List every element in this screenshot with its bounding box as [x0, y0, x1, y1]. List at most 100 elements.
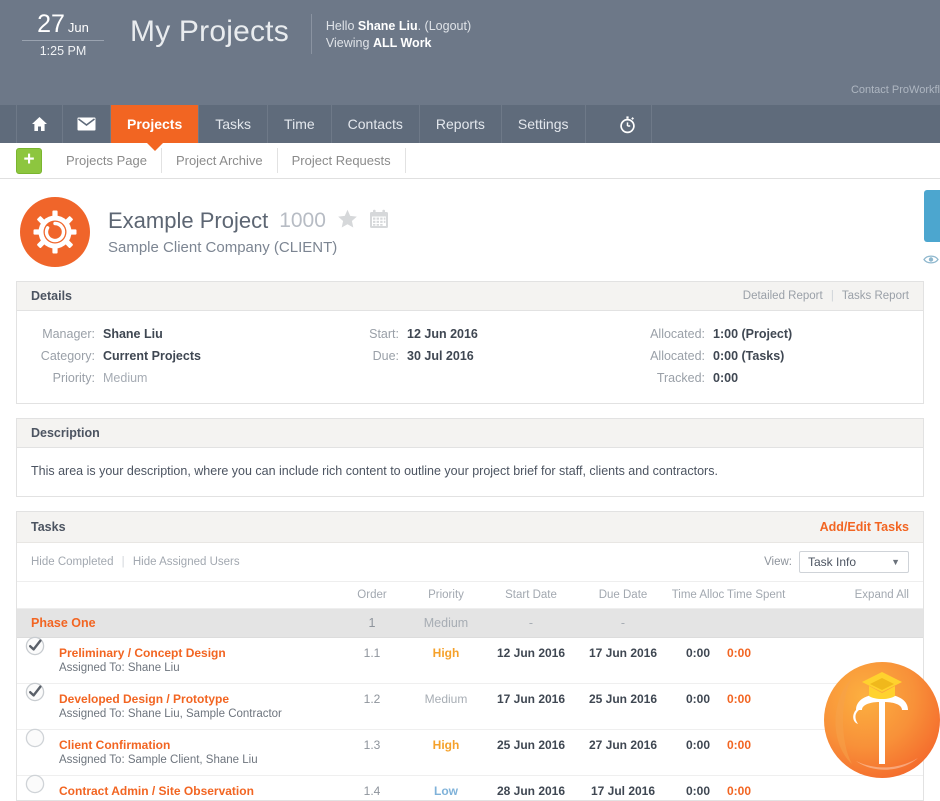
detail-allocated-tasks: Allocated: 0:00 (Tasks): [641, 347, 792, 365]
view-select[interactable]: Task Info ▼: [799, 551, 909, 573]
task-status-checkbox[interactable]: [25, 682, 45, 702]
viewing-scope[interactable]: ALL Work: [373, 36, 432, 50]
table-row[interactable]: Preliminary / Concept Design 1.1 High 12…: [17, 636, 923, 663]
task-name[interactable]: Developed Design / Prototype: [17, 682, 337, 709]
nav-home[interactable]: [16, 105, 63, 143]
project-calendar-button[interactable]: [369, 209, 389, 234]
nav-tasks[interactable]: Tasks: [199, 105, 269, 143]
nav-time[interactable]: Time: [268, 105, 332, 143]
th-priority[interactable]: Priority: [407, 582, 485, 609]
task-name-label: Client Confirmation: [59, 738, 171, 752]
detail-category-label: Category:: [40, 349, 95, 363]
task-due-date: 17 Jun 2016: [588, 646, 658, 660]
task-time-spent[interactable]: 0:00: [727, 638, 795, 663]
nav-timer[interactable]: [604, 105, 652, 143]
hide-completed-link[interactable]: Hide Completed: [31, 556, 113, 568]
rail-toggle-button[interactable]: [924, 190, 940, 242]
details-column-1: Manager: Shane Liu Category: Current Pro…: [31, 325, 361, 387]
task-time-alloc: 0:00: [685, 738, 711, 752]
task-time-spent[interactable]: 0:00: [727, 730, 795, 755]
task-name[interactable]: Preliminary / Concept Design: [17, 636, 337, 663]
calendar-icon: [369, 209, 388, 228]
detail-priority-label: Priority:: [52, 371, 95, 385]
task-name-label: Preliminary / Concept Design: [59, 646, 226, 660]
th-start-date[interactable]: Start Date: [485, 582, 577, 609]
project-client: Sample Client Company (CLIENT): [108, 239, 338, 256]
description-panel-header: Description: [17, 419, 923, 448]
table-row[interactable]: Client Confirmation 1.3 High 25 Jun 2016…: [17, 728, 923, 755]
task-name[interactable]: Client Confirmation: [17, 728, 337, 755]
task-assigned-row: Assigned To: Shane Liu, Sample Contracto…: [17, 708, 923, 730]
chevron-down-icon: ▼: [891, 557, 900, 567]
details-column-2: Start: 12 Jun 2016 Due: 30 Jul 2016: [361, 325, 641, 387]
project-avatar: [20, 197, 90, 267]
task-start-date: 12 Jun 2016: [496, 646, 566, 660]
task-status-checkbox[interactable]: [25, 636, 45, 656]
right-rail: [922, 190, 940, 270]
detail-allocated-tasks-value: 0:00 (Tasks): [713, 349, 785, 363]
task-order: 1.1: [363, 646, 381, 660]
task-time-alloc: 0:00: [685, 692, 711, 706]
task-start-date: 25 Jun 2016: [496, 738, 566, 752]
task-due-date: 27 Jun 2016: [588, 738, 658, 752]
detail-manager-label: Manager:: [42, 327, 95, 341]
subtab-project-archive[interactable]: Project Archive: [162, 148, 278, 173]
project-name: Example Project: [108, 208, 269, 233]
header-time: 1:25 PM: [39, 44, 87, 58]
task-status-checkbox[interactable]: [25, 728, 45, 748]
nav-reports[interactable]: Reports: [420, 105, 502, 143]
th-due-date[interactable]: Due Date: [577, 582, 669, 609]
table-row[interactable]: Developed Design / Prototype 1.2 Medium …: [17, 682, 923, 709]
description-panel-body: This area is your description, where you…: [17, 448, 923, 496]
nav-settings[interactable]: Settings: [502, 105, 586, 143]
date-time-widget: 27 Jun 1:25 PM: [22, 10, 104, 58]
nav-settings-label: Settings: [517, 116, 569, 132]
details-panel-links: Detailed Report | Tasks Report: [743, 290, 909, 302]
header-date-month: Jun: [67, 20, 89, 35]
task-assigned-label: Assigned To: Shane Liu: [17, 662, 923, 684]
nav-contacts[interactable]: Contacts: [332, 105, 420, 143]
subtab-project-requests[interactable]: Project Requests: [278, 148, 406, 173]
detail-tracked-value: 0:00: [713, 371, 739, 385]
th-expand-all[interactable]: Expand All: [795, 582, 923, 609]
view-select-value: Task Info: [808, 555, 857, 569]
nav-projects[interactable]: Projects: [111, 105, 200, 143]
task-time-spent[interactable]: 0:00: [727, 684, 795, 709]
nav-reports-label: Reports: [435, 116, 485, 132]
detail-allocated-project-value: 1:00 (Project): [713, 327, 793, 341]
contact-support-link[interactable]: Contact ProWorkfl: [851, 84, 940, 96]
subtab-projects-page[interactable]: Projects Page: [52, 148, 162, 173]
phase-row[interactable]: Phase One 1 Medium - -: [17, 608, 923, 638]
task-due-date: 25 Jun 2016: [588, 692, 658, 706]
hide-assigned-users-link[interactable]: Hide Assigned Users: [133, 556, 240, 568]
detail-due-label: Due:: [372, 349, 399, 363]
user-name: Shane Liu: [357, 19, 418, 33]
detailed-report-link[interactable]: Detailed Report: [743, 290, 823, 302]
detail-tracked: Tracked: 0:00: [641, 369, 792, 387]
check-circle-icon: [25, 636, 45, 656]
task-status-checkbox[interactable]: [25, 774, 45, 794]
detail-category: Category: Current Projects: [31, 347, 361, 365]
logout-link[interactable]: . (Logout): [418, 19, 472, 33]
nav-mail[interactable]: [63, 105, 111, 143]
tasks-view-control: View: Task Info ▼: [764, 551, 909, 573]
add-project-button[interactable]: +: [16, 147, 42, 174]
empty-circle-icon: [25, 774, 45, 794]
eye-icon: [923, 255, 939, 264]
nav-contacts-label: Contacts: [347, 116, 403, 132]
task-assigned-row: Assigned To: Sample Client, Shane Liu: [17, 754, 923, 776]
header-date-day: 27: [37, 10, 65, 38]
task-name-label: Developed Design / Prototype: [59, 692, 230, 706]
th-order[interactable]: Order: [337, 582, 407, 609]
add-edit-tasks-link[interactable]: Add/Edit Tasks: [820, 520, 909, 534]
details-column-3: Allocated: 1:00 (Project) Allocated: 0:0…: [641, 325, 792, 387]
detail-due: Due: 30 Jul 2016: [361, 347, 641, 365]
th-time-alloc[interactable]: Time Alloc: [669, 582, 727, 609]
rail-preview-button[interactable]: [923, 252, 940, 270]
favorite-star-button[interactable]: [337, 209, 358, 234]
detail-start-value: 12 Jun 2016: [407, 327, 478, 341]
mail-icon: [77, 117, 96, 131]
task-assigned-label: Assigned To: Shane Liu, Sample Contracto…: [17, 708, 923, 730]
tasks-report-link[interactable]: Tasks Report: [842, 290, 909, 302]
th-time-spent[interactable]: Time Spent: [727, 582, 795, 609]
